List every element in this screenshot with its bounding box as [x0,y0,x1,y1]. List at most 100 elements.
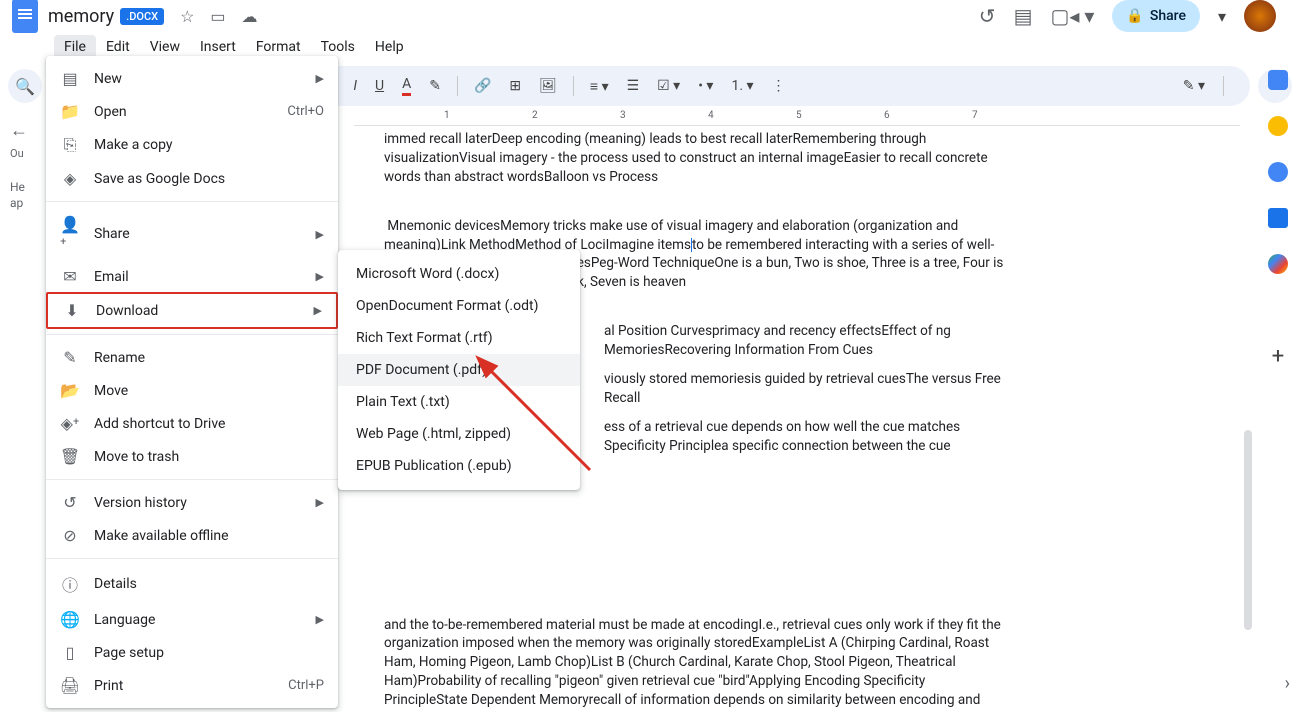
page-setup-icon: ▯ [60,643,80,662]
trash-icon: 🗑 [60,447,80,466]
align-button[interactable]: ≡ ▾ [584,74,615,99]
menu-details[interactable]: ⓘ Details [46,565,338,603]
maps-icon[interactable] [1268,254,1288,274]
move-icon[interactable]: ▭ [210,7,225,26]
ruler-tick: 1 [444,110,450,121]
star-icon[interactable]: ☆ [180,7,194,26]
contacts-icon[interactable] [1268,208,1288,228]
menu-rename[interactable]: ✎ Rename [46,341,338,374]
menu-version-history[interactable]: ↺ Version history ▶ [46,486,338,519]
move-folder-icon: 📂 [60,381,80,400]
folder-open-icon: 📁 [60,102,80,121]
menu-language[interactable]: 🌐 Language ▶ [46,603,338,636]
calendar-icon[interactable] [1268,70,1288,90]
insert-link-button[interactable]: 🔗 [468,74,497,98]
download-icon: ⬇ [62,301,82,320]
ruler-tick: 2 [532,110,538,121]
submenu-arrow-icon: ▶ [316,228,324,241]
menu-help[interactable]: Help [365,35,414,59]
vertical-scrollbar[interactable] [1244,430,1252,630]
menu-share[interactable]: 👤⁺ Share ▶ [46,208,338,260]
globe-icon: 🌐 [60,610,80,629]
cloud-status-icon[interactable]: ☁ [242,7,258,26]
side-panel: + [1256,60,1300,366]
ruler-tick: 5 [796,110,802,121]
document-title[interactable]: memory [48,6,114,27]
offline-icon: ⊘ [60,526,80,545]
file-type-badge: .DOCX [120,8,164,25]
menu-new[interactable]: ▤ New ▶ [46,62,338,95]
editing-mode-button[interactable]: ✎ ▾ [1177,74,1211,98]
download-submenu: Microsoft Word (.docx) OpenDocument Form… [338,250,580,490]
submenu-arrow-icon: ▶ [314,304,322,317]
share-label: Share [1150,8,1186,24]
meet-icon[interactable]: ▢◂ ▾ [1050,4,1094,28]
share-button[interactable]: 🔒 Share [1112,0,1200,32]
more-tools-button[interactable]: ⋮ [766,74,792,98]
download-txt[interactable]: Plain Text (.txt) [338,386,580,418]
ruler-tick: 6 [884,110,890,121]
add-comment-button[interactable]: ⊞ [503,74,527,98]
download-epub[interactable]: EPUB Publication (.epub) [338,450,580,482]
checklist-button[interactable]: ☑ ▾ [651,74,686,98]
drive-icon: ◈ [60,169,80,188]
history-icon[interactable]: ↺ [979,4,996,28]
insert-image-button[interactable]: 🖼 [533,74,563,98]
history-icon: ↺ [60,493,80,512]
ruler-tick: 7 [972,110,978,121]
copy-icon: ⎘ [60,135,80,155]
add-on-plus-icon[interactable]: + [1268,346,1288,366]
download-rtf[interactable]: Rich Text Format (.rtf) [338,322,580,354]
submenu-arrow-icon: ▶ [316,613,324,626]
menu-save-gdocs[interactable]: ◈ Save as Google Docs [46,162,338,195]
download-html[interactable]: Web Page (.html, zipped) [338,418,580,450]
menu-make-copy[interactable]: ⎘ Make a copy [46,128,338,162]
lock-icon: 🔒 [1126,8,1143,24]
menu-email[interactable]: ✉ Email ▶ [46,260,338,293]
file-menu-dropdown: ▤ New ▶ 📁 Open Ctrl+O ⎘ Make a copy ◈ Sa… [46,56,338,708]
highlight-button[interactable]: ✎ [423,74,447,98]
text-color-button[interactable]: A [396,72,417,100]
menu-move[interactable]: 📂 Move [46,374,338,407]
menu-add-shortcut[interactable]: ◈⁺ Add shortcut to Drive [46,407,338,440]
download-pdf[interactable]: PDF Document (.pdf) [338,354,580,386]
submenu-arrow-icon: ▶ [316,72,324,85]
submenu-arrow-icon: ▶ [316,270,324,283]
menu-trash[interactable]: 🗑 Move to trash [46,440,338,473]
drive-shortcut-icon: ◈⁺ [60,414,80,433]
shortcut-label: Ctrl+O [287,104,324,119]
show-side-panel-icon[interactable]: › [1285,673,1290,694]
keep-icon[interactable] [1268,116,1288,136]
bulleted-list-button[interactable]: • ▾ [692,74,719,98]
numbered-list-button[interactable]: 1. ▾ [725,74,759,98]
new-doc-icon: ▤ [60,69,80,88]
download-docx[interactable]: Microsoft Word (.docx) [338,258,580,290]
outline-back-icon[interactable]: ← [10,120,34,141]
underline-button[interactable]: U [369,74,390,98]
search-menus-icon[interactable]: 🔍 [8,69,42,103]
download-odt[interactable]: OpenDocument Format (.odt) [338,290,580,322]
menu-download[interactable]: ⬇ Download ▶ [48,294,336,327]
line-spacing-button[interactable]: ☰ [621,74,646,98]
horizontal-ruler[interactable]: 1 2 3 4 5 6 7 [354,110,1240,126]
menu-offline[interactable]: ⊘ Make available offline [46,519,338,552]
shortcut-label: Ctrl+P [288,678,324,693]
share-dropdown-caret[interactable]: ▾ [1218,7,1226,26]
account-avatar[interactable] [1244,0,1276,32]
email-icon: ✉ [60,267,80,286]
docs-logo-icon[interactable] [12,0,38,33]
submenu-arrow-icon: ▶ [316,496,324,509]
comments-icon[interactable]: ▤ [1014,4,1033,28]
menu-print[interactable]: 🖨 Print Ctrl+P [46,669,338,702]
italic-button[interactable]: I [347,74,363,98]
ruler-tick: 3 [620,110,626,121]
tasks-icon[interactable] [1268,162,1288,182]
paragraph[interactable]: immed recall laterDeep encoding (meaning… [384,130,1004,187]
paragraph[interactable]: and the to-be-remembered material must b… [384,616,1004,712]
info-icon: ⓘ [60,572,80,596]
print-icon: 🖨 [60,676,80,695]
menu-open[interactable]: 📁 Open Ctrl+O [46,95,338,128]
outline-snippet: Heap [10,180,34,211]
menu-page-setup[interactable]: ▯ Page setup [46,636,338,669]
outline-label: Ou [10,147,34,160]
